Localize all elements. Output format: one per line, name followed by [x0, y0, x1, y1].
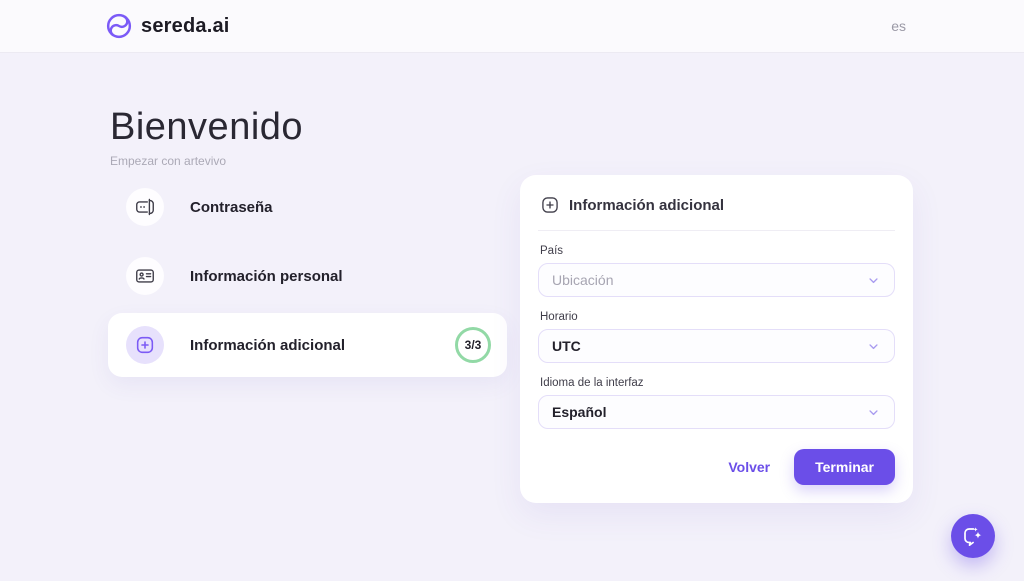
- brand-logo[interactable]: sereda.ai: [106, 13, 230, 39]
- timezone-select[interactable]: UTC: [538, 329, 895, 363]
- chat-sparkles-icon: [961, 524, 985, 548]
- panel-header: Información adicional: [538, 191, 895, 215]
- country-select-value: Ubicación: [552, 272, 614, 288]
- step-label: Contraseña: [190, 198, 273, 216]
- step-personal-info[interactable]: Información personal: [108, 244, 507, 308]
- page-subtitle: Empezar con artevivo: [110, 154, 227, 168]
- interface-language-select[interactable]: Español: [538, 395, 895, 429]
- timezone-label: Horario: [540, 311, 578, 323]
- sereda-logo-icon: [106, 13, 132, 39]
- back-button[interactable]: Volver: [728, 459, 770, 475]
- step-label: Información personal: [190, 267, 343, 285]
- panel-actions: Volver Terminar: [538, 449, 895, 485]
- language-switcher[interactable]: es: [891, 18, 906, 34]
- timezone-select-value: UTC: [552, 338, 581, 354]
- chevron-down-icon: [866, 339, 881, 354]
- step-additional-info[interactable]: Información adicional 3/3: [108, 313, 507, 377]
- finish-button[interactable]: Terminar: [794, 449, 895, 485]
- panel-title: Información adicional: [569, 196, 725, 214]
- onboarding-columns: Contraseña Información personal Informac…: [0, 175, 1024, 503]
- page-title: Bienvenido: [110, 106, 304, 148]
- steps-list: Contraseña Información personal Informac…: [108, 175, 507, 382]
- brand-name: sereda.ai: [141, 14, 230, 37]
- country-select[interactable]: Ubicación: [538, 263, 895, 297]
- assistant-fab-button[interactable]: [951, 514, 995, 558]
- password-input-icon: [126, 188, 164, 226]
- step-password[interactable]: Contraseña: [108, 175, 507, 239]
- country-label: País: [540, 245, 564, 257]
- divider: [538, 230, 895, 231]
- step-label: Información adicional: [190, 336, 346, 354]
- hero: Bienvenido Empezar con artevivo: [0, 53, 1024, 168]
- step-progress-badge: 3/3: [455, 327, 491, 363]
- top-bar: sereda.ai es: [0, 0, 1024, 53]
- interface-language-label: Idioma de la interfaz: [540, 377, 644, 389]
- plus-square-icon: [540, 195, 560, 215]
- id-card-icon: [126, 257, 164, 295]
- interface-language-select-value: Español: [552, 404, 607, 420]
- additional-info-panel: Información adicional País Ubicación Hor…: [520, 175, 913, 503]
- chevron-down-icon: [866, 273, 881, 288]
- chevron-down-icon: [866, 405, 881, 420]
- main-content: Bienvenido Empezar con artevivo Contrase…: [0, 53, 1024, 581]
- plus-square-icon: [126, 326, 164, 364]
